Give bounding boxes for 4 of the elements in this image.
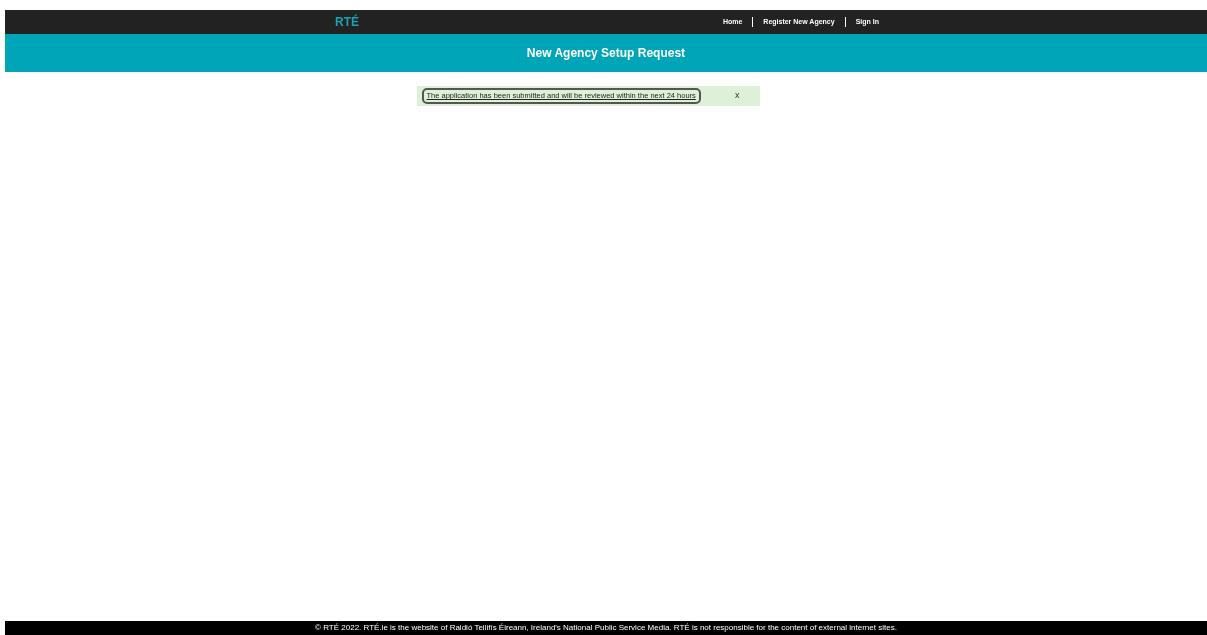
footer-text: © RTÉ 2022. RTÉ.ie is the website of Raidió Teilifís Éireann, Ireland's National Public Service Media. RTÉ is not responsible for the content of external internet sites.	[315, 622, 897, 634]
logo[interactable]: RTÉ	[335, 13, 359, 31]
page-title: New Agency Setup Request	[526, 45, 686, 62]
close-button[interactable]: x	[735, 89, 740, 103]
